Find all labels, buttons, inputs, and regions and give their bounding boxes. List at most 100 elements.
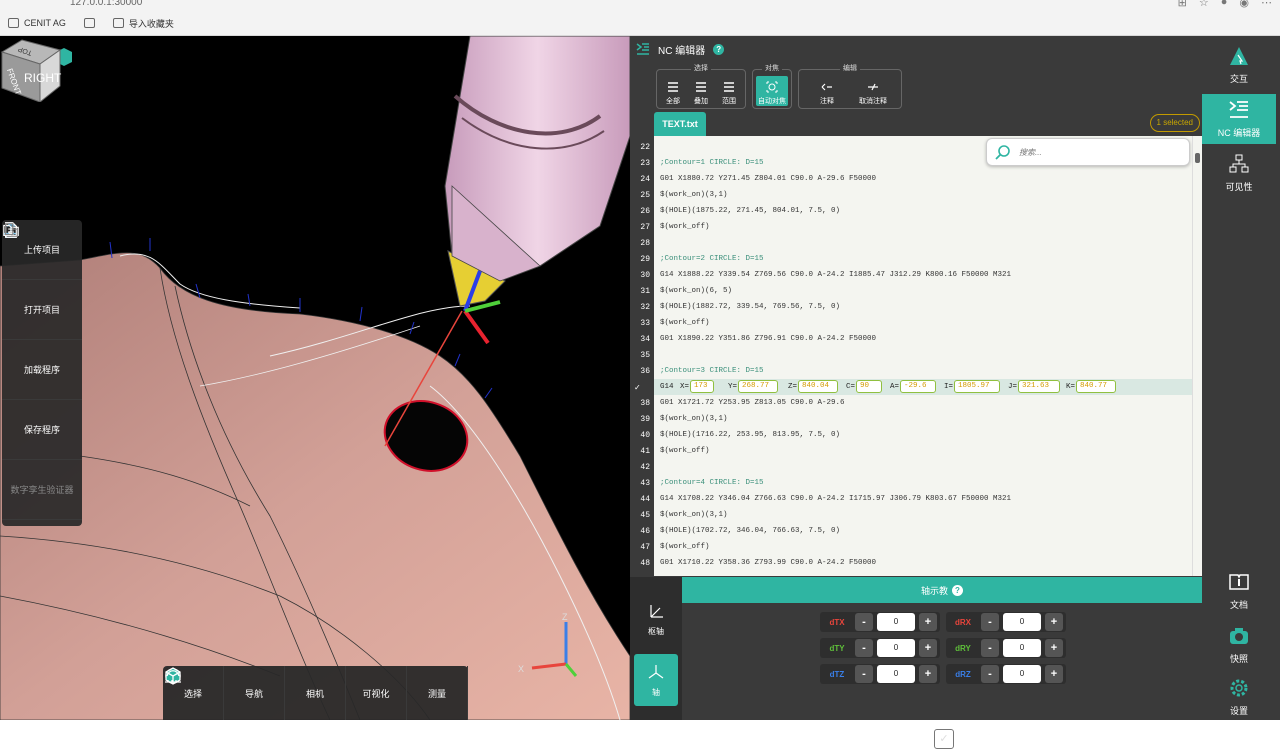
visualize-tool-button[interactable]: 可视化	[165, 666, 407, 720]
axis-button[interactable]: 轴	[634, 654, 678, 706]
decrement-button[interactable]: -	[981, 613, 999, 631]
axis-value-input[interactable]: 0	[1003, 665, 1041, 683]
select-range-button[interactable]: 范围	[716, 76, 742, 106]
code-line[interactable]: $(work_on)(3,1)	[660, 187, 728, 203]
line-selected-check-icon: ✓	[634, 384, 641, 393]
select-overlay-button[interactable]: 叠加	[688, 76, 714, 106]
axis-label: dTX	[829, 617, 845, 627]
nc-editor-panel: NC 编辑器 ? 选择 全部 叠加 范围 对焦 自动对焦 编辑 注释 取消注释 …	[630, 36, 1202, 749]
sidebar-item-visibility[interactable]: 可见性	[1202, 148, 1276, 198]
edit-field-input[interactable]: 840.04	[798, 380, 838, 393]
axis-value-input[interactable]: 0	[877, 639, 915, 657]
sidebar-item-document[interactable]: 文档	[1202, 566, 1276, 616]
code-line[interactable]: G01 X1710.22 Y358.36 Z793.99 C90.0 A-24.…	[660, 555, 876, 571]
navcube-right-label: RIGHT	[24, 71, 62, 85]
extension-icon[interactable]: ●	[1221, 0, 1228, 9]
select-all-button[interactable]: 全部	[660, 76, 686, 106]
uncomment-button[interactable]: 取消注释	[851, 76, 895, 106]
edit-field-input[interactable]: 173	[690, 380, 714, 393]
menu-icon[interactable]: ⋯	[1261, 0, 1272, 9]
code-line[interactable]: $(work_off)	[660, 315, 710, 331]
star-icon[interactable]: ☆	[1199, 0, 1209, 9]
line-number: 28	[640, 239, 650, 248]
3d-viewport[interactable]: fast 上传项目 打开项目 加载程序 保存程序 数字孪生验证器 FRONT R…	[0, 36, 630, 720]
auto-focus-button[interactable]: 自动对焦	[756, 76, 788, 106]
bookmark-blank[interactable]	[83, 18, 95, 28]
navigation-tool-button[interactable]: 导航	[165, 666, 285, 720]
measure-tool-button[interactable]: 测量	[165, 666, 468, 720]
code-line[interactable]: $(HOLE)(1716.22, 253.95, 813.95, 7.5, 0)	[660, 427, 840, 443]
navigation-cube[interactable]: FRONT RIGHT TOP	[0, 36, 62, 102]
editor-scrollbar[interactable]	[1192, 136, 1202, 576]
sidebar-item-settings[interactable]: 设置	[1202, 672, 1276, 722]
sidebar-item-nc-editor[interactable]: NC 编辑器	[1202, 94, 1276, 144]
code-line[interactable]: $(work_on)(3,1)	[660, 507, 728, 523]
edit-field-input[interactable]: 1805.97	[954, 380, 1000, 393]
url-text[interactable]: 127.0.0.1:30000	[70, 0, 142, 8]
code-line[interactable]: ;Contour=2 CIRCLE: D=15	[660, 251, 764, 267]
nc-editor-icon	[1229, 101, 1248, 118]
increment-button[interactable]: +	[1045, 613, 1063, 631]
code-line[interactable]: G01 X1890.22 Y351.86 Z796.91 C90.0 A-24.…	[660, 331, 876, 347]
code-line[interactable]: ;Contour=1 CIRCLE: D=15	[660, 155, 764, 171]
comment-button[interactable]: 注释	[805, 76, 849, 106]
code-line[interactable]: $(work_on)(6, 5)	[660, 283, 732, 299]
axis-value-input[interactable]: 0	[877, 665, 915, 683]
decrement-button[interactable]: -	[981, 639, 999, 657]
decrement-button[interactable]: -	[855, 639, 873, 657]
increment-button[interactable]: +	[919, 665, 937, 683]
code-line[interactable]: ;Contour=3 CIRCLE: D=15	[660, 363, 764, 379]
decrement-button[interactable]: -	[855, 665, 873, 683]
open-project-button[interactable]: 打开项目	[2, 224, 82, 340]
code-line[interactable]: $(work_off)	[660, 539, 710, 555]
code-editor[interactable]: G14 X= 173 Y= 268.77 Z= 840.04 C= 90 A= -29.6 I= 180…	[654, 136, 1192, 576]
code-line[interactable]: G14 X1888.22 Y339.54 Z769.56 C90.0 A-24.…	[660, 267, 1011, 283]
help-icon[interactable]: ?	[713, 43, 725, 55]
code-line[interactable]: $(HOLE)(1882.72, 339.54, 769.56, 7.5, 0)	[660, 299, 840, 315]
digital-twin-button[interactable]: 数字孪生验证器	[2, 223, 82, 520]
decrement-button[interactable]: -	[855, 613, 873, 631]
code-line[interactable]: ;Contour=4 CIRCLE: D=15	[660, 475, 764, 491]
help-icon[interactable]: ?	[952, 584, 963, 596]
increment-button[interactable]: +	[1045, 665, 1063, 683]
edit-field-input[interactable]: 268.77	[738, 380, 778, 393]
pivot-axis-button[interactable]: 枢轴	[634, 593, 678, 645]
edit-field-label: K=	[1066, 383, 1076, 391]
search-box[interactable]	[986, 138, 1190, 166]
code-line[interactable]: G01 X1721.72 Y253.95 Z813.05 C90.0 A-29.…	[660, 395, 845, 411]
edit-field-input[interactable]: 90	[856, 380, 882, 393]
tab-text-file[interactable]: TEXT.txt	[654, 112, 706, 136]
bookmark-import[interactable]: 导入收藏夹	[112, 17, 174, 30]
edit-field-input[interactable]: -29.6	[900, 380, 936, 393]
confirm-button[interactable]: ✓	[934, 729, 954, 749]
code-line[interactable]: G14 X1708.22 Y346.04 Z766.63 C90.0 A-24.…	[660, 491, 1011, 507]
load-program-button[interactable]: 加载程序	[2, 222, 82, 400]
increment-button[interactable]: +	[919, 613, 937, 631]
code-area: 22 23 24 25 26 27 28 29 30 31 32 33 34 35 36 ✓ 38 39 40 41 4…	[630, 136, 1202, 576]
sidebar-item-interaction[interactable]: 交互	[1202, 40, 1276, 90]
sidebar-item-snapshot[interactable]: 快照	[1202, 620, 1276, 670]
profile-icon[interactable]: ◉	[1239, 0, 1249, 9]
camera-tool-button[interactable]: 相机	[166, 666, 346, 720]
bookmark-icon	[8, 18, 19, 28]
edit-field-input[interactable]: 840.77	[1076, 380, 1116, 393]
increment-button[interactable]: +	[1045, 639, 1063, 657]
save-program-button[interactable]: 保存程序	[2, 222, 82, 460]
bookmark-cenit[interactable]: CENIT AG	[8, 18, 66, 28]
axis-row-drx: dRX -0 +	[946, 612, 1066, 632]
code-line[interactable]: $(work_off)	[660, 443, 710, 459]
code-line[interactable]: $(work_on)(3,1)	[660, 411, 728, 427]
axis-value-input[interactable]: 0	[877, 613, 915, 631]
increment-button[interactable]: +	[919, 639, 937, 657]
code-line[interactable]: G01 X1880.72 Y271.45 Z804.01 C90.0 A-29.…	[660, 171, 876, 187]
code-line[interactable]: $(HOLE)(1702.72, 346.04, 766.63, 7.5, 0)	[660, 523, 840, 539]
search-input[interactable]	[1019, 147, 1169, 157]
code-line[interactable]: $(HOLE)(1875.22, 271.45, 804.01, 7.5, 0)	[660, 203, 840, 219]
translate-icon[interactable]: ⊞	[1178, 0, 1187, 9]
decrement-button[interactable]: -	[981, 665, 999, 683]
axis-value-input[interactable]: 0	[1003, 639, 1041, 657]
scroll-thumb[interactable]	[1195, 153, 1200, 163]
edit-field-input[interactable]: 321.63	[1018, 380, 1060, 393]
code-line[interactable]: $(work_off)	[660, 219, 710, 235]
axis-value-input[interactable]: 0	[1003, 613, 1041, 631]
